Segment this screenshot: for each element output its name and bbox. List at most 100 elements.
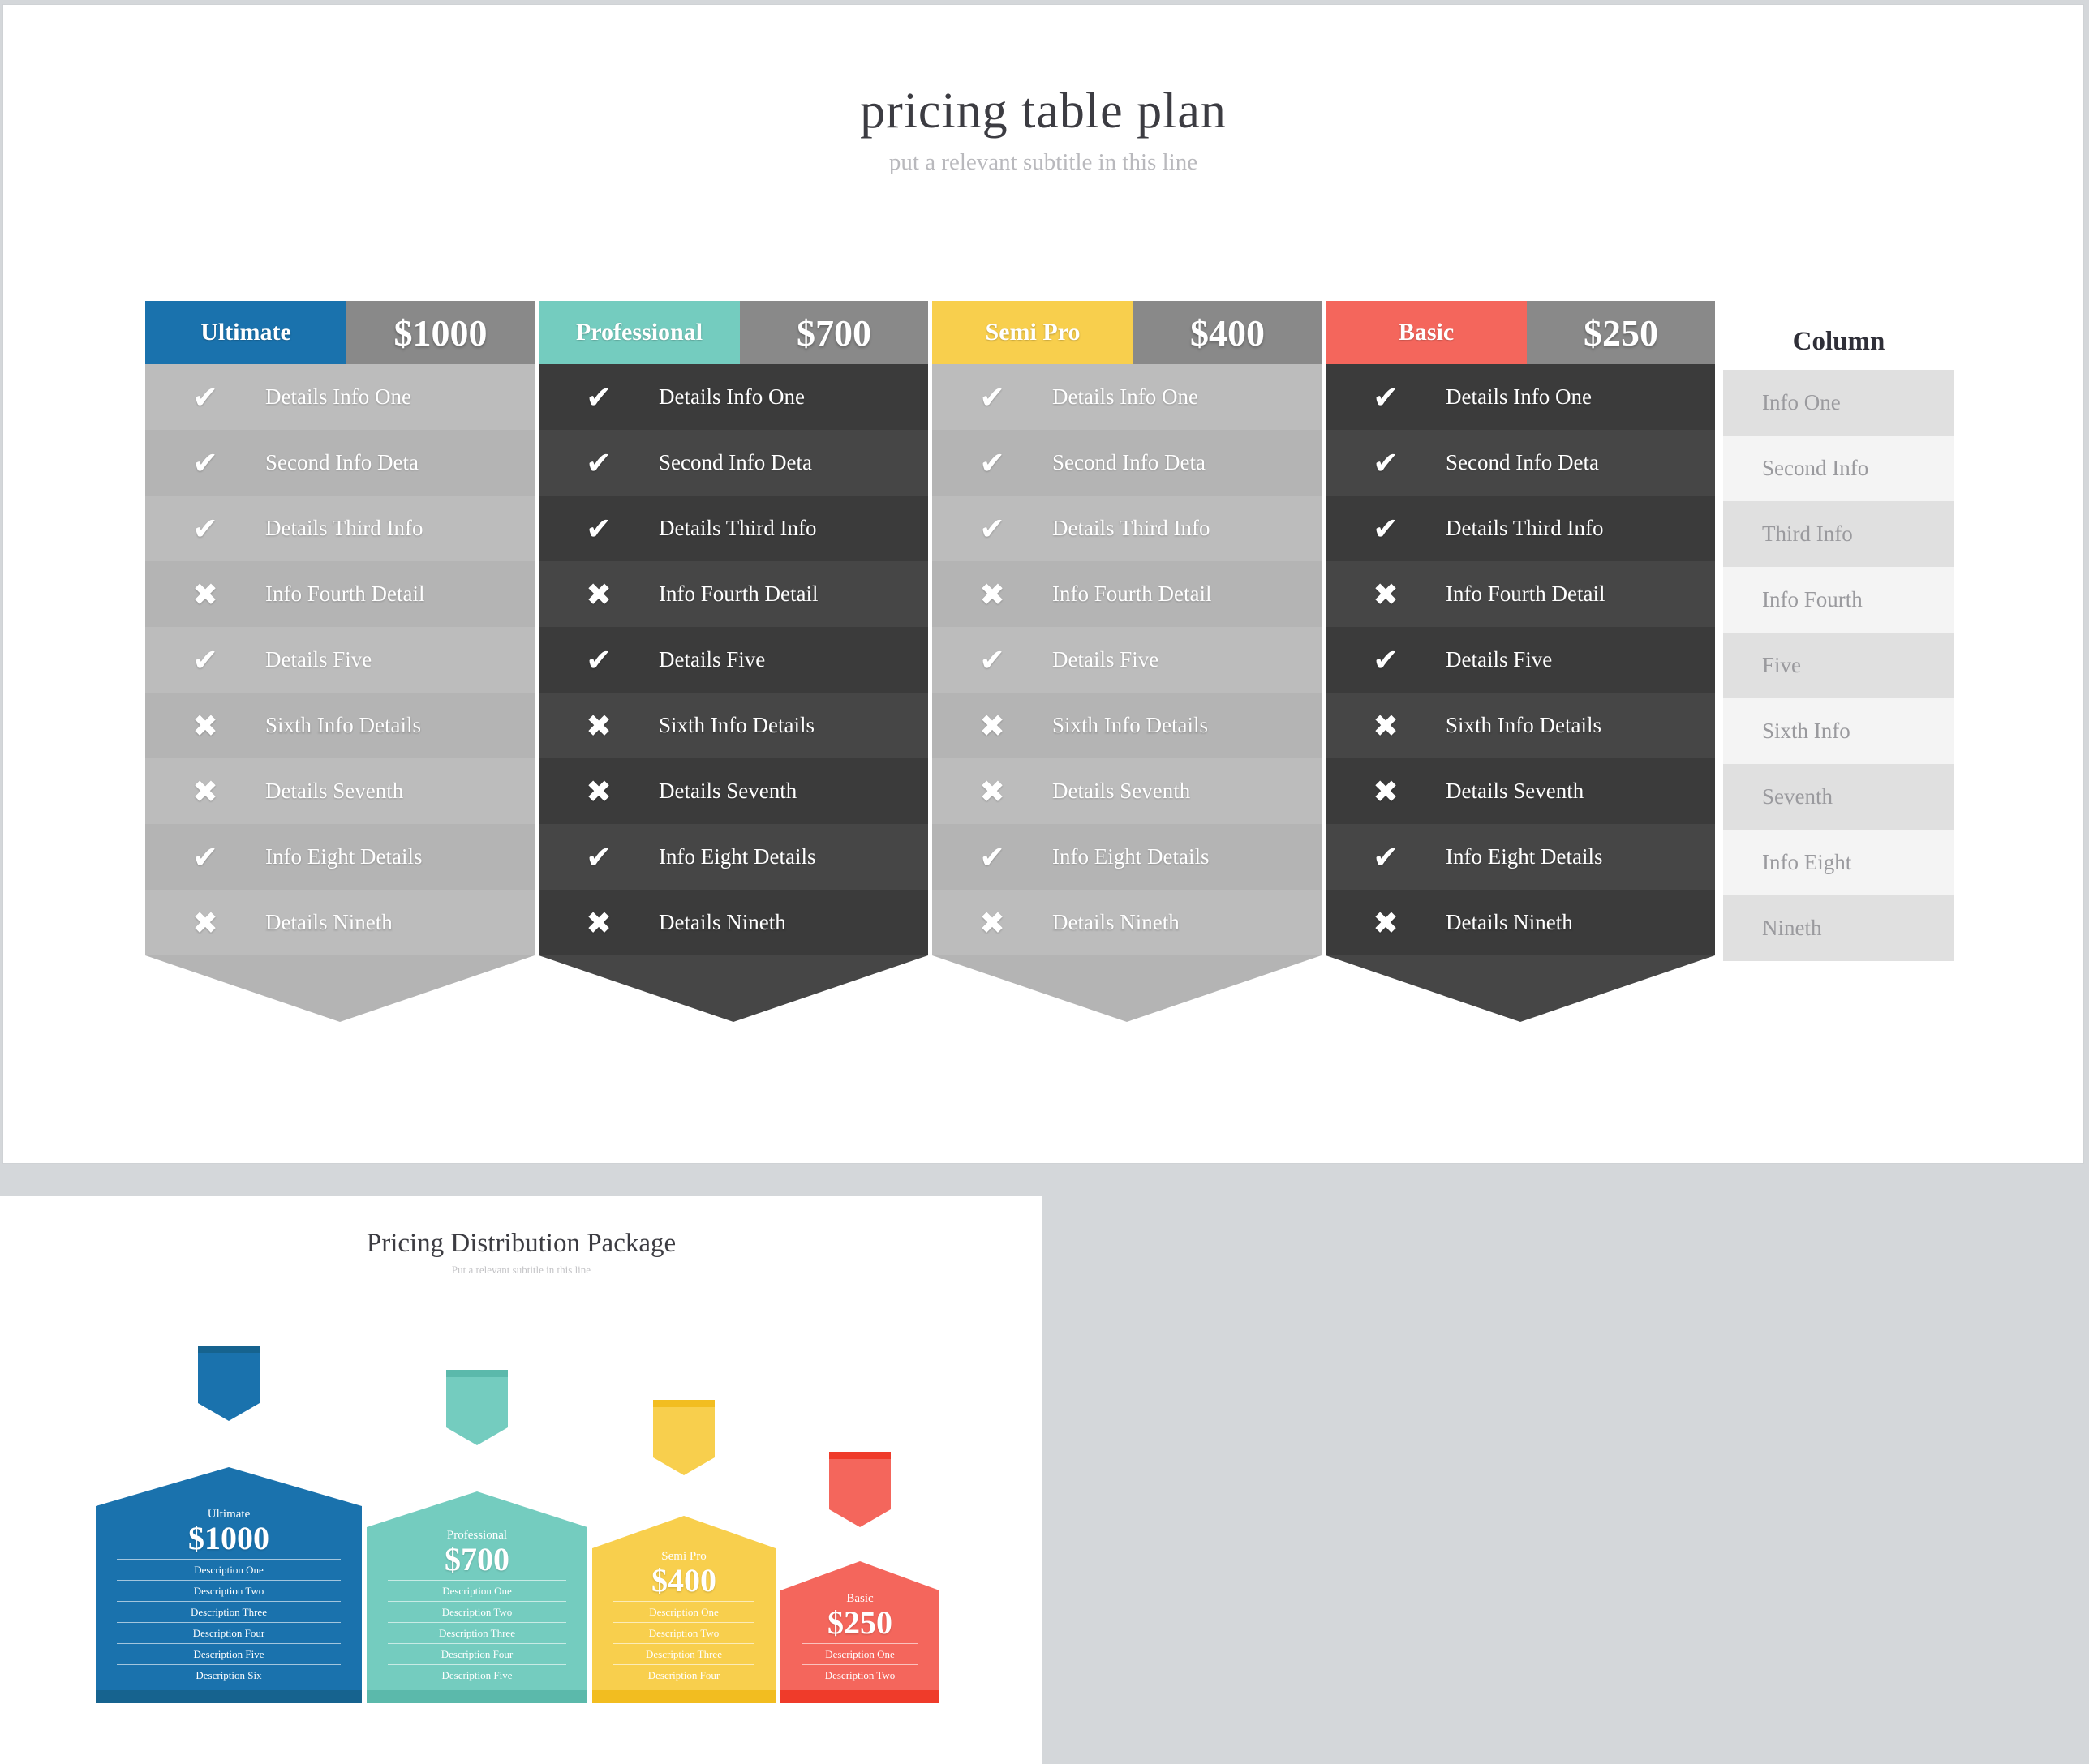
plan-price: $400 bbox=[1133, 301, 1322, 364]
table-row[interactable]: ✖ Info Fourth Detail bbox=[145, 561, 535, 627]
list-item: Description One bbox=[117, 1559, 341, 1580]
table-row[interactable]: ✔ Details Five bbox=[145, 627, 535, 693]
plan-price: $400 bbox=[651, 1562, 716, 1599]
plan-column[interactable]: Ultimate $1000 ✔ Details Info One ✔ Second In… bbox=[145, 301, 535, 1022]
table-row[interactable]: ✖ Info Fourth Detail bbox=[932, 561, 1322, 627]
list-item[interactable]: Second Info bbox=[1723, 436, 1954, 501]
table-row[interactable]: ✔ Second Info Deta bbox=[932, 430, 1322, 496]
table-row[interactable]: ✖ Info Fourth Detail bbox=[1326, 561, 1715, 627]
table-row[interactable]: ✖ Details Nineth bbox=[932, 890, 1322, 955]
list-item[interactable]: Nineth bbox=[1723, 895, 1954, 961]
house-base bbox=[96, 1690, 362, 1703]
page-title: pricing table plan bbox=[860, 84, 1227, 139]
description-list: Description One Description Two Descriptio… bbox=[117, 1559, 341, 1685]
plan-price: $250 bbox=[1527, 301, 1715, 364]
ribbon-point bbox=[198, 1403, 260, 1421]
list-item: Description Two bbox=[388, 1601, 566, 1622]
table-row[interactable]: ✔ Second Info Deta bbox=[145, 430, 535, 496]
table-row[interactable]: ✔ Details Third Info bbox=[145, 496, 535, 561]
table-row[interactable]: ✖ Sixth Info Details bbox=[1326, 693, 1715, 758]
check-icon: ✔ bbox=[192, 839, 218, 875]
plan-header: Basic $250 bbox=[1326, 301, 1715, 364]
feature-label: Details Five bbox=[659, 647, 766, 672]
table-row[interactable]: ✖ Details Nineth bbox=[145, 890, 535, 955]
table-row[interactable]: ✔ Info Eight Details bbox=[932, 824, 1322, 890]
cross-icon: ✖ bbox=[192, 773, 218, 809]
check-icon: ✔ bbox=[1373, 642, 1399, 678]
cross-icon: ✖ bbox=[192, 576, 218, 612]
house-base bbox=[367, 1690, 587, 1703]
list-item[interactable]: Third Info bbox=[1723, 501, 1954, 567]
slide-one-title-block: pricing table plan put a relevant subtit… bbox=[3, 5, 2083, 176]
distribution-plan[interactable]: Professional $700 Description One Descripti… bbox=[367, 1370, 587, 1703]
distribution-plan[interactable]: Ultimate $1000 Description One Description … bbox=[96, 1346, 362, 1703]
table-row[interactable]: ✔ Details Info One bbox=[145, 364, 535, 430]
table-row[interactable]: ✔ Second Info Deta bbox=[539, 430, 928, 496]
feature-label: Sixth Info Details bbox=[1052, 713, 1208, 737]
check-icon: ✔ bbox=[979, 510, 1005, 547]
table-row[interactable]: ✖ Info Fourth Detail bbox=[539, 561, 928, 627]
plan-column[interactable]: Professional $700 ✔ Details Info One ✔ Second… bbox=[539, 301, 928, 1022]
feature-label: Details Info One bbox=[1446, 384, 1592, 409]
table-row[interactable]: ✖ Sixth Info Details bbox=[539, 693, 928, 758]
distribution-plan[interactable]: Semi Pro $400 Description One Description T… bbox=[592, 1400, 776, 1703]
distribution-chart: Ultimate $1000 Description One Description … bbox=[0, 1334, 1042, 1740]
plan-feature-rows: ✔ Details Info One ✔ Second Info Deta ✔ Detai… bbox=[145, 364, 535, 955]
table-row[interactable]: ✖ Details Nineth bbox=[539, 890, 928, 955]
ribbon-tail-icon bbox=[539, 955, 928, 1022]
feature-label: Details Seventh bbox=[659, 779, 797, 803]
table-row[interactable]: ✔ Info Eight Details bbox=[1326, 824, 1715, 890]
plan-column[interactable]: Semi Pro $400 ✔ Details Info One ✔ Second Inf… bbox=[932, 301, 1322, 1022]
table-row[interactable]: ✔ Details Third Info bbox=[539, 496, 928, 561]
pricing-table: Ultimate $1000 ✔ Details Info One ✔ Second In… bbox=[145, 301, 1954, 1031]
description-list: Description One Description Two bbox=[802, 1643, 918, 1685]
table-row[interactable]: ✔ Details Five bbox=[539, 627, 928, 693]
table-row[interactable]: ✔ Info Eight Details bbox=[145, 824, 535, 890]
table-row[interactable]: ✔ Details Five bbox=[932, 627, 1322, 693]
table-row[interactable]: ✔ Info Eight Details bbox=[539, 824, 928, 890]
table-row[interactable]: ✔ Details Five bbox=[1326, 627, 1715, 693]
table-row[interactable]: ✖ Sixth Info Details bbox=[932, 693, 1322, 758]
feature-label: Second Info Deta bbox=[265, 450, 419, 474]
feature-label: Details Five bbox=[1052, 647, 1159, 672]
table-row[interactable]: ✖ Sixth Info Details bbox=[145, 693, 535, 758]
list-item[interactable]: Info Fourth bbox=[1723, 567, 1954, 633]
feature-label: Sixth Info Details bbox=[265, 713, 421, 737]
check-icon: ✔ bbox=[192, 642, 218, 678]
list-item[interactable]: Five bbox=[1723, 633, 1954, 698]
feature-label: Sixth Info Details bbox=[1446, 713, 1601, 737]
table-row[interactable]: ✔ Details Info One bbox=[1326, 364, 1715, 430]
house-body: Basic $250 Description One Description Two bbox=[780, 1590, 939, 1690]
plan-feature-rows: ✔ Details Info One ✔ Second Info Deta ✔ Detai… bbox=[539, 364, 928, 955]
table-row[interactable]: ✔ Details Info One bbox=[932, 364, 1322, 430]
table-row[interactable]: ✖ Details Seventh bbox=[932, 758, 1322, 824]
table-row[interactable]: ✔ Details Info One bbox=[539, 364, 928, 430]
cross-icon: ✖ bbox=[586, 576, 612, 612]
house-base bbox=[592, 1690, 776, 1703]
table-row[interactable]: ✔ Details Third Info bbox=[932, 496, 1322, 561]
cross-icon: ✖ bbox=[192, 904, 218, 941]
table-row[interactable]: ✔ Second Info Deta bbox=[1326, 430, 1715, 496]
column-header: Column bbox=[1792, 326, 1885, 356]
table-row[interactable]: ✖ Details Nineth bbox=[1326, 890, 1715, 955]
plan-feature-rows: ✔ Details Info One ✔ Second Info Deta ✔ Detai… bbox=[1326, 364, 1715, 955]
list-item[interactable]: Sixth Info bbox=[1723, 698, 1954, 764]
table-row[interactable]: ✖ Details Seventh bbox=[1326, 758, 1715, 824]
table-row[interactable]: ✖ Details Seventh bbox=[145, 758, 535, 824]
pricing-distribution-slide: Pricing Distribution Package Put a relev… bbox=[0, 1196, 1042, 1764]
list-item[interactable]: Seventh bbox=[1723, 764, 1954, 830]
table-row[interactable]: ✖ Details Seventh bbox=[539, 758, 928, 824]
table-row[interactable]: ✔ Details Third Info bbox=[1326, 496, 1715, 561]
page-subtitle: put a relevant subtitle in this line bbox=[888, 149, 1198, 175]
cross-icon: ✖ bbox=[979, 904, 1005, 941]
cross-icon: ✖ bbox=[192, 707, 218, 744]
distribution-plan[interactable]: Basic $250 Description One Description Two bbox=[780, 1452, 939, 1703]
house-body: Professional $700 Description One Descripti… bbox=[367, 1527, 587, 1690]
plan-column[interactable]: Basic $250 ✔ Details Info One ✔ Second Info D… bbox=[1326, 301, 1715, 1022]
feature-label: Info Eight Details bbox=[1446, 844, 1603, 869]
house-roof-icon bbox=[780, 1561, 939, 1590]
feature-label: Details Nineth bbox=[659, 910, 786, 934]
check-icon: ✔ bbox=[1373, 379, 1399, 415]
list-item[interactable]: Info Eight bbox=[1723, 830, 1954, 895]
list-item[interactable]: Info One bbox=[1723, 370, 1954, 436]
